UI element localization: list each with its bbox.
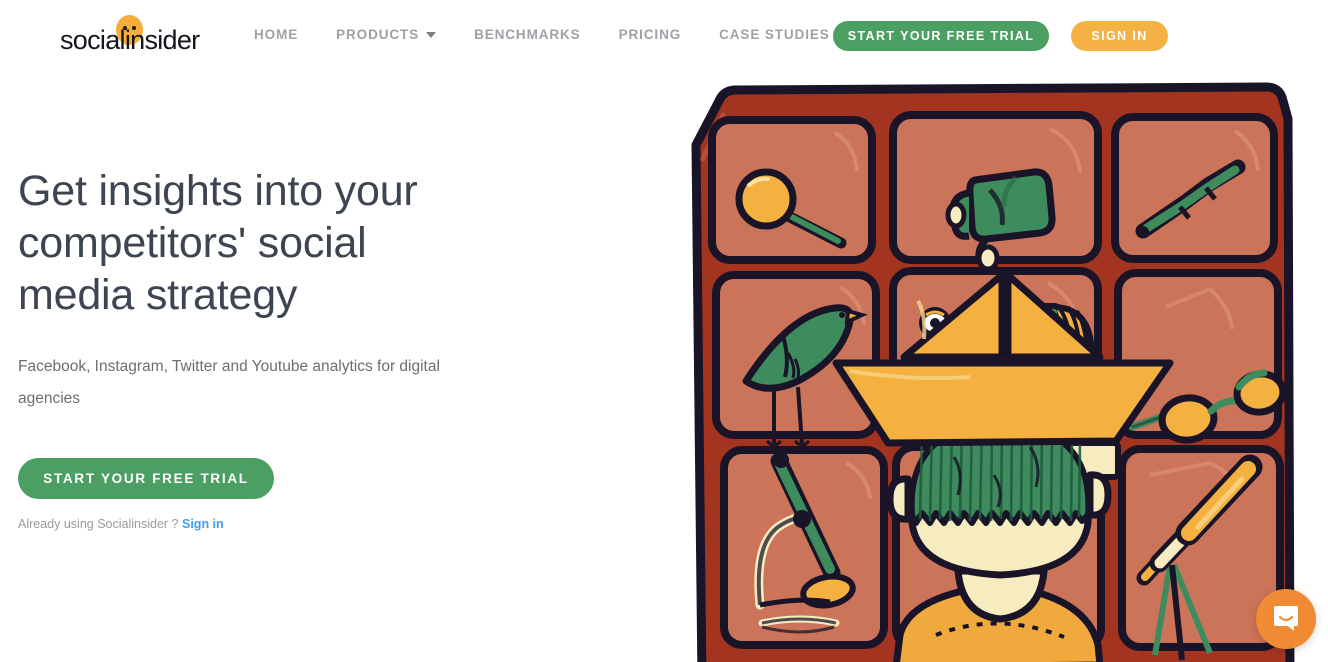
hero-already-using-label: Already using Socialinsider ? — [18, 517, 179, 531]
header-sign-in-button[interactable]: SIGN IN — [1071, 21, 1168, 51]
hero-illustration — [650, 75, 1328, 662]
nav-item-pricing-label: PRICING — [618, 27, 682, 42]
hero-section: Get insights into your competitors' soci… — [18, 165, 488, 531]
chevron-down-icon — [426, 31, 437, 38]
hero-signin-line: Already using Socialinsider ? Sign in — [18, 517, 488, 531]
page-title: Get insights into your competitors' soci… — [18, 167, 418, 319]
logo[interactable]: socialinsider — [60, 15, 210, 57]
cabinet-of-observation-tools-illustration — [691, 82, 1295, 662]
hero-sign-in-link[interactable]: Sign in — [182, 517, 224, 531]
logo-text: socialinsider — [60, 25, 200, 55]
hero-start-free-trial-button[interactable]: START YOUR FREE TRIAL — [18, 458, 274, 499]
hero-subtitle: Facebook, Instagram, Twitter and Youtube… — [18, 358, 440, 407]
main-navigation: HOME PRODUCTS BENCHMARKS PRICING CASE ST… — [254, 27, 910, 42]
intercom-chat-launcher-button[interactable] — [1256, 589, 1316, 649]
nav-item-benchmarks-label: BENCHMARKS — [474, 27, 581, 42]
nav-item-case-studies[interactable]: CASE STUDIES — [719, 27, 830, 42]
nav-item-benchmarks[interactable]: BENCHMARKS — [474, 27, 581, 42]
nav-item-home-label: HOME — [254, 27, 299, 42]
nav-item-products-label: PRODUCTS — [336, 27, 420, 42]
nav-item-products[interactable]: PRODUCTS — [336, 27, 437, 42]
nav-item-home[interactable]: HOME — [254, 27, 298, 42]
nav-item-pricing[interactable]: PRICING — [619, 27, 682, 42]
chat-bubble-smile-icon — [1274, 606, 1298, 631]
header-start-free-trial-button[interactable]: START YOUR FREE TRIAL — [833, 21, 1049, 51]
site-header: socialinsider HOME PRODUCTS BENCHMARKS P… — [0, 0, 1328, 72]
nav-item-case-studies-label: CASE STUDIES — [719, 27, 830, 42]
